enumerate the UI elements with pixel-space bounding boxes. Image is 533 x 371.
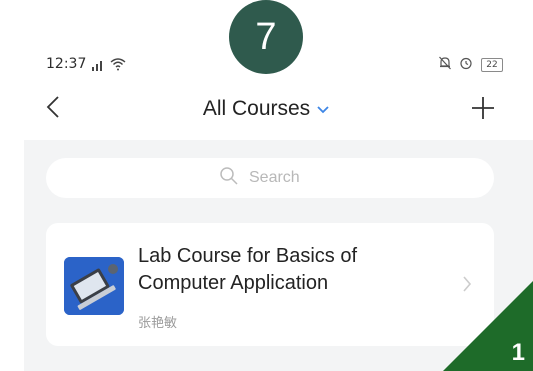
laptop-icon <box>64 257 124 315</box>
course-thumbnail <box>64 257 124 315</box>
status-icons-right: 22 <box>439 56 503 73</box>
wifi-icon <box>110 57 126 76</box>
battery-indicator: 22 <box>481 57 503 72</box>
course-card[interactable]: Lab Course for Basics of Computer Applic… <box>46 223 494 346</box>
search-bar[interactable] <box>46 158 494 198</box>
status-time: 12:37 <box>46 56 87 72</box>
nav-title-dropdown[interactable]: All Courses <box>0 97 533 121</box>
course-teacher: 张艳敏 <box>138 316 178 331</box>
plus-icon <box>472 97 494 119</box>
page-title: All Courses <box>202 97 311 120</box>
signal-icon <box>92 58 106 76</box>
course-title: Lab Course for Basics of Computer Applic… <box>138 245 357 294</box>
add-course-button[interactable] <box>471 96 495 120</box>
chevron-down-icon <box>316 97 330 121</box>
step-number-badge: 7 <box>229 0 303 74</box>
status-icons-left <box>92 57 126 76</box>
search-input[interactable] <box>247 168 321 188</box>
mute-bell-icon <box>439 56 451 73</box>
corner-step-number: 1 <box>511 339 525 366</box>
search-icon <box>219 166 239 191</box>
alarm-icon <box>459 56 473 73</box>
